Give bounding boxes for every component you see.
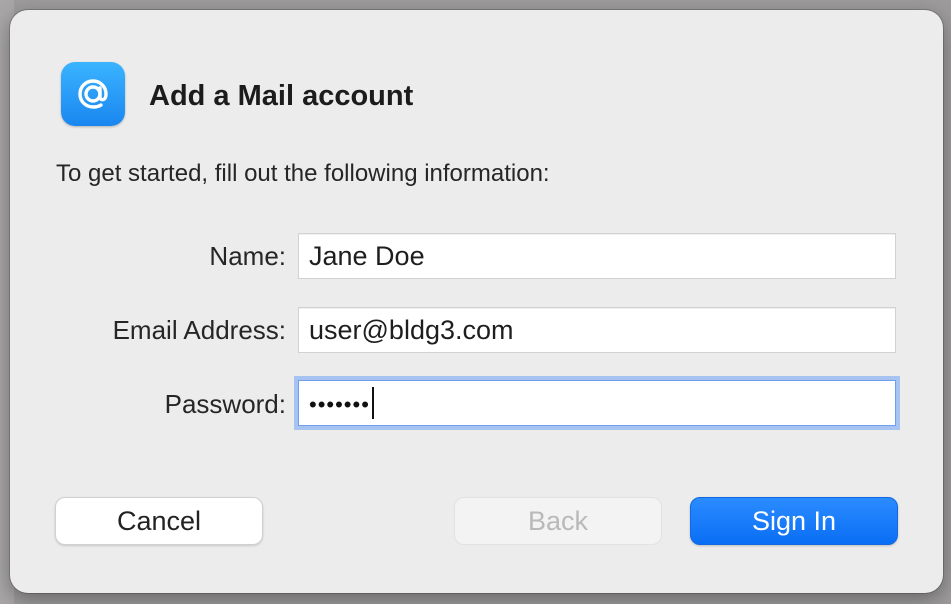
back-button[interactable]: Back (454, 497, 662, 545)
name-label: Name: (209, 241, 286, 271)
at-sign-icon (61, 62, 125, 126)
sign-in-button[interactable]: Sign In (690, 497, 898, 545)
text-caret (371, 386, 374, 419)
cancel-button[interactable]: Cancel (55, 497, 263, 545)
dialog-title: Add a Mail account (149, 80, 414, 112)
password-masked-value: ••••••• (309, 392, 370, 417)
email-label: Email Address: (112, 315, 286, 345)
instructions-text: To get started, fill out the following i… (56, 160, 550, 187)
password-label: Password: (164, 389, 286, 419)
password-field[interactable]: ••••••• (298, 380, 896, 426)
name-field[interactable]: Jane Doe (298, 233, 896, 279)
email-field[interactable]: user@bldg3.com (298, 307, 896, 353)
add-mail-account-dialog: Add a Mail account To get started, fill … (10, 10, 943, 593)
at-sign-glyph (78, 79, 108, 109)
